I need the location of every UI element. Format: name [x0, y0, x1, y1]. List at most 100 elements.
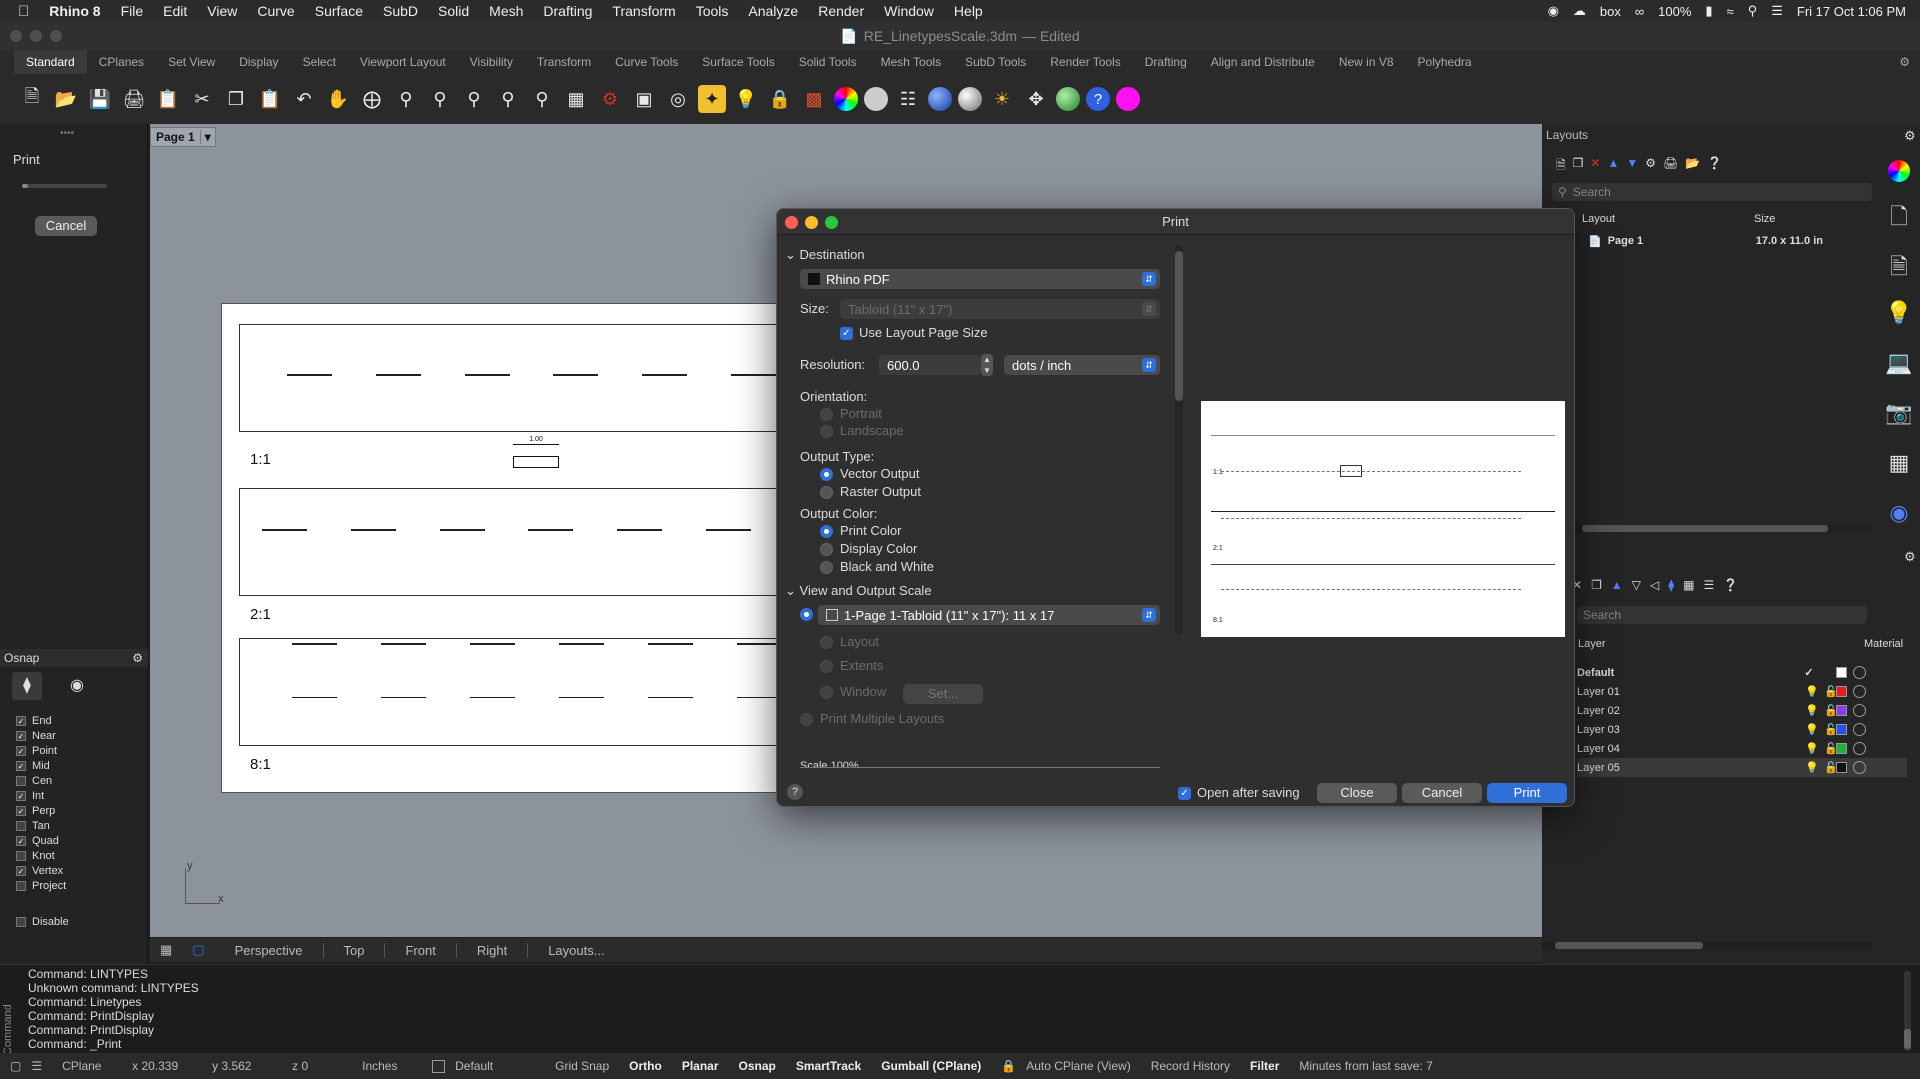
- tab-visibility[interactable]: Visibility: [458, 55, 525, 69]
- layer-row-04[interactable]: Layer 04 💡 🔓: [1577, 739, 1907, 758]
- box-sync-icon[interactable]: box: [1600, 4, 1621, 19]
- layouts-scrollbar-track[interactable]: [1542, 525, 1872, 532]
- window-close-button[interactable]: [10, 30, 22, 42]
- menu-app-name[interactable]: Rhino 8: [39, 3, 110, 19]
- osnap-tan-checkbox[interactable]: [16, 820, 26, 831]
- detail-view-8-1[interactable]: [239, 638, 799, 746]
- status-planar[interactable]: Planar: [672, 1059, 729, 1073]
- tab-curve-tools[interactable]: Curve Tools: [603, 55, 690, 69]
- tab-mesh-tools[interactable]: Mesh Tools: [869, 55, 953, 69]
- print-cancel-button[interactable]: Cancel: [35, 216, 97, 236]
- osnap-int-checkbox[interactable]: ✓: [16, 790, 26, 801]
- tab-cplanes[interactable]: CPlanes: [87, 55, 156, 69]
- display-icon[interactable]: 💻: [1878, 350, 1920, 400]
- open-after-saving-checkbox[interactable]: ✓: [1178, 787, 1191, 800]
- osnap-point-checkbox[interactable]: ✓: [16, 745, 26, 756]
- status-auto-cplane[interactable]: Auto CPlane (View): [1016, 1059, 1141, 1073]
- landscape-radio[interactable]: [820, 425, 833, 438]
- osnap-knot-checkbox[interactable]: [16, 850, 26, 861]
- settings-icon[interactable]: ✥: [1022, 85, 1050, 113]
- sun-icon[interactable]: ☀: [988, 85, 1016, 113]
- zoom-all-icon[interactable]: ⚲: [528, 85, 556, 113]
- osnap-near[interactable]: ✓ Near: [0, 728, 148, 743]
- duplicate-layout-icon[interactable]: ❐: [1573, 156, 1584, 177]
- layer-down-icon[interactable]: ▽: [1632, 578, 1641, 592]
- osnap-near-checkbox[interactable]: ✓: [16, 730, 26, 741]
- layer-grid-icon[interactable]: ▦: [1683, 578, 1694, 592]
- layouts-help-icon[interactable]: ❔: [1707, 156, 1722, 177]
- command-scrollbar[interactable]: [1904, 971, 1911, 1051]
- layer-color-swatch[interactable]: [1836, 686, 1847, 697]
- display-color-radio[interactable]: [820, 543, 833, 556]
- tab-solid-tools[interactable]: Solid Tools: [787, 55, 869, 69]
- settings-scrollbar-thumb[interactable]: [1175, 251, 1183, 401]
- settings-scrollbar[interactable]: [1175, 245, 1183, 635]
- layer-filter-icon[interactable]: ⧫: [1668, 578, 1674, 592]
- tab-front[interactable]: Front: [384, 942, 455, 958]
- layer-list-icon[interactable]: ☰: [1703, 578, 1714, 592]
- material-circle-icon[interactable]: [1853, 704, 1866, 717]
- light-bulb-icon[interactable]: 💡: [1878, 300, 1920, 350]
- layouts-scrollbar-thumb[interactable]: [1582, 525, 1828, 532]
- material-circle-icon[interactable]: [1853, 666, 1866, 679]
- color-icon[interactable]: [1878, 150, 1920, 200]
- tab-select[interactable]: Select: [291, 55, 348, 69]
- osnap-cen[interactable]: Cen: [0, 773, 148, 788]
- panel-grip[interactable]: ••••: [60, 128, 74, 139]
- black-white-radio[interactable]: [820, 561, 833, 574]
- move-up-icon[interactable]: ▲: [1607, 156, 1619, 177]
- status-record-history[interactable]: Record History: [1141, 1059, 1240, 1073]
- page-tab-dropdown-icon[interactable]: ▾: [199, 130, 215, 144]
- menu-analyze[interactable]: Analyze: [738, 3, 808, 19]
- menu-edit[interactable]: Edit: [153, 3, 197, 19]
- tab-subd-tools[interactable]: SubD Tools: [953, 55, 1038, 69]
- wireframe-icon[interactable]: ☷: [894, 85, 922, 113]
- tab-new-in-v8[interactable]: New in V8: [1327, 55, 1406, 69]
- table-icon[interactable]: ▦: [1878, 450, 1920, 500]
- layer-up-icon[interactable]: ▲: [1611, 578, 1623, 592]
- properties-icon[interactable]: ▩: [800, 85, 828, 113]
- layer-color-swatch[interactable]: [1836, 667, 1847, 678]
- osnap-project[interactable]: Project: [0, 878, 148, 893]
- print-button[interactable]: Print: [1487, 783, 1567, 803]
- zoom-selected-icon[interactable]: ⚲: [494, 85, 522, 113]
- zoom-window-icon[interactable]: ⚲: [426, 85, 454, 113]
- menu-solid[interactable]: Solid: [428, 3, 479, 19]
- osnap-end[interactable]: ✓ End: [0, 713, 148, 728]
- osnap-disable-checkbox[interactable]: [16, 916, 26, 927]
- bulb-icon[interactable]: 💡: [1805, 723, 1824, 736]
- use-layout-size-checkbox[interactable]: ✓: [840, 327, 853, 340]
- light-icon[interactable]: 💡: [732, 85, 760, 113]
- new-sublayer-icon[interactable]: ❐: [1591, 578, 1602, 592]
- status-osnap[interactable]: Osnap: [729, 1059, 786, 1073]
- bulb-icon[interactable]: 💡: [1805, 742, 1824, 755]
- layers-scrollbar-track[interactable]: [1542, 942, 1872, 949]
- tab-top[interactable]: Top: [322, 942, 385, 958]
- layer-row-default[interactable]: Default ✓: [1577, 663, 1907, 682]
- move-down-icon[interactable]: ▼: [1626, 156, 1638, 177]
- tab-transform[interactable]: Transform: [525, 55, 603, 69]
- shaded-icon[interactable]: [928, 87, 952, 111]
- layouts-search-input[interactable]: ⚲ Search: [1552, 183, 1872, 201]
- help-button[interactable]: ?: [787, 784, 803, 800]
- camera-icon[interactable]: 📷: [1878, 400, 1920, 450]
- multiple-layouts-radio[interactable]: [800, 713, 813, 726]
- status-units[interactable]: Inches: [352, 1059, 422, 1073]
- osnap-int[interactable]: ✓ Int: [0, 788, 148, 803]
- osnap-perp-checkbox[interactable]: ✓: [16, 805, 26, 816]
- layer-color-swatch[interactable]: [1836, 724, 1847, 735]
- tab-drafting[interactable]: Drafting: [1133, 55, 1199, 69]
- window-radio[interactable]: [820, 686, 833, 699]
- menu-tools[interactable]: Tools: [686, 3, 739, 19]
- destination-section[interactable]: ⌄ Destination: [785, 247, 865, 263]
- material-circle-icon[interactable]: [1853, 742, 1866, 755]
- tab-align-distribute[interactable]: Align and Distribute: [1199, 55, 1327, 69]
- save-icon[interactable]: 💾: [86, 85, 114, 113]
- lock-icon[interactable]: 🔓: [1824, 742, 1838, 755]
- undo-icon[interactable]: ↶: [290, 85, 318, 113]
- size-select[interactable]: Tabloid (11" x 17") ⇵: [840, 299, 1160, 319]
- tab-display[interactable]: Display: [227, 55, 290, 69]
- osnap-vertex-checkbox[interactable]: ✓: [16, 865, 26, 876]
- sidebar-toggle-icon[interactable]: ▢: [0, 1059, 31, 1073]
- battery-icon[interactable]: ▮: [1705, 3, 1712, 19]
